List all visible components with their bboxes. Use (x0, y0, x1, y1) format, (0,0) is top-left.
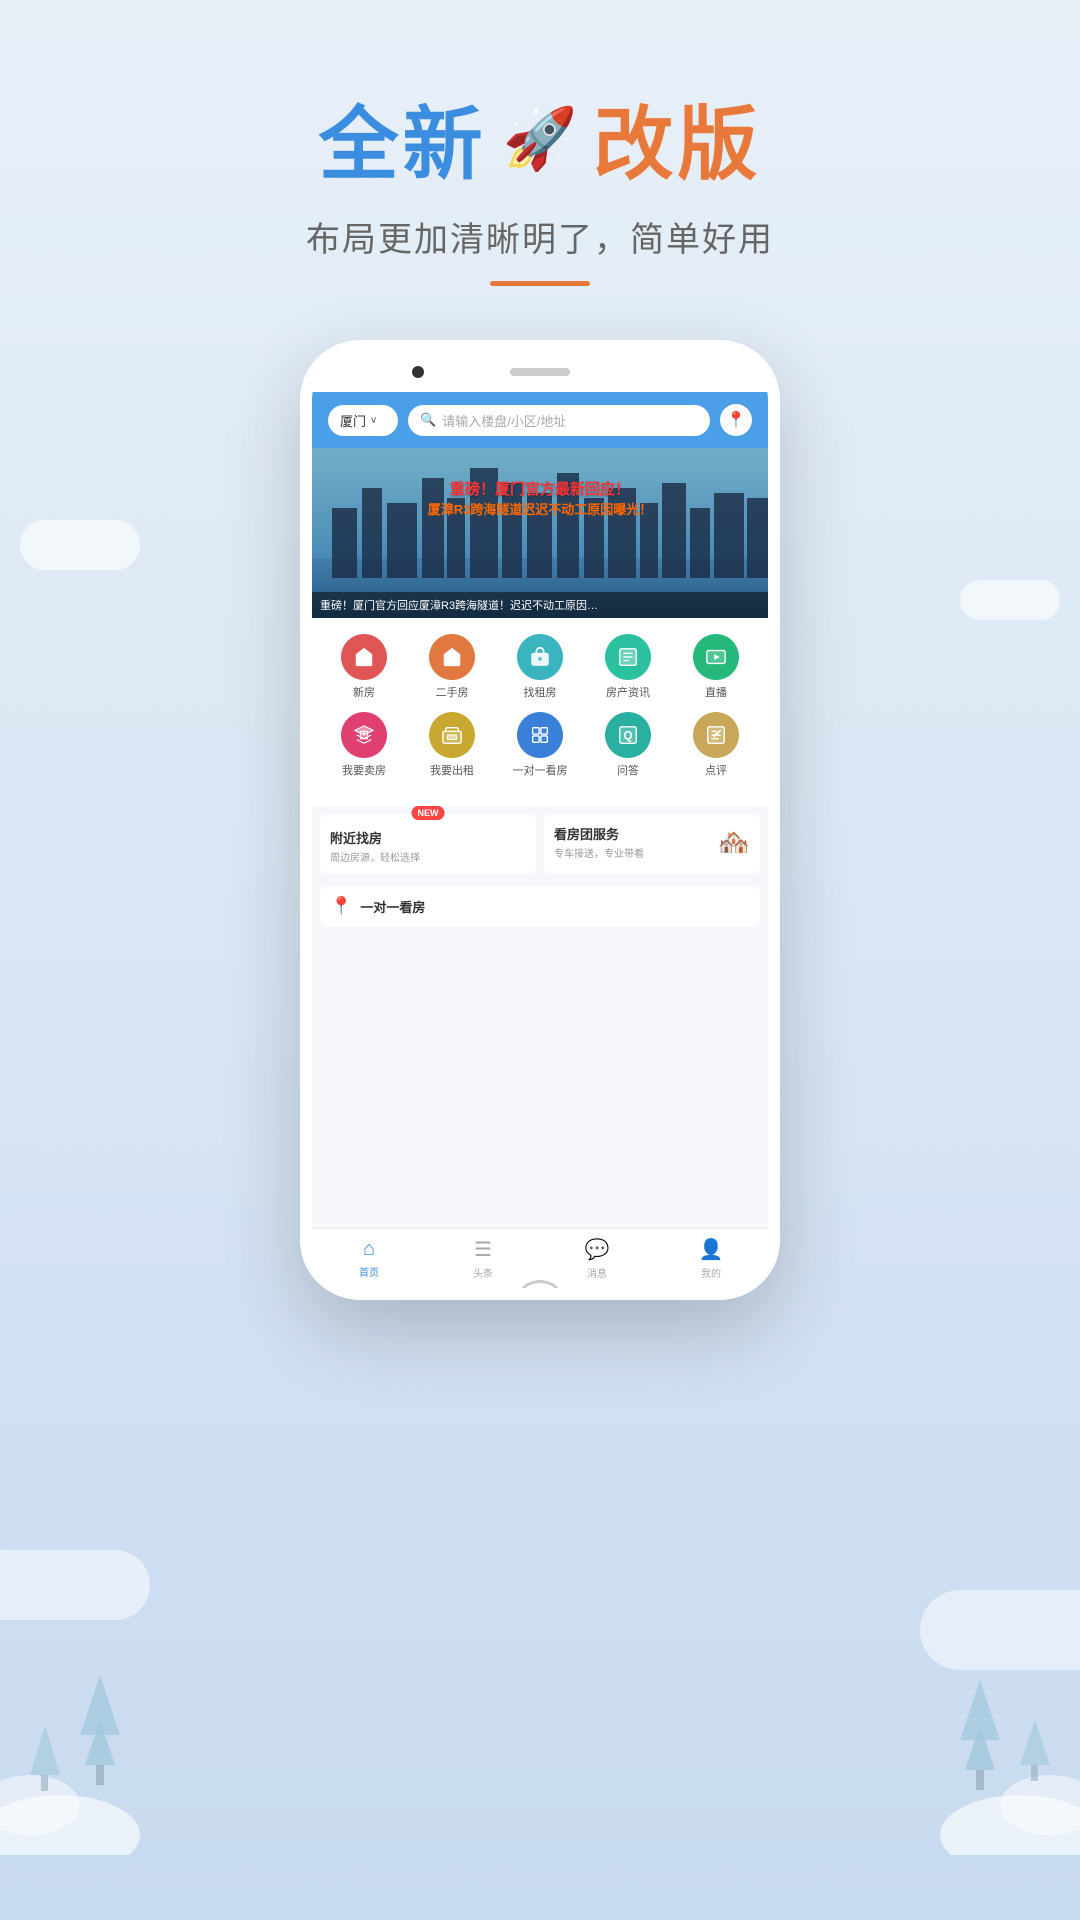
header-underline (490, 281, 590, 286)
cat-icon-new-house (341, 634, 387, 680)
profile-icon: 👤 (699, 1237, 724, 1262)
nav-home[interactable]: ⌂ 首页 (312, 1229, 426, 1288)
categories-section: 新房 二手房 (312, 618, 768, 806)
banner-subtext: 厦漳R3跨海隧道迟迟不动工原因曝光！ (312, 499, 768, 518)
cat-sell[interactable]: 我要卖房 (334, 712, 394, 778)
phone-notch (312, 352, 768, 392)
banner-text-area: 重磅！厦门官方最新回应！ 厦漳R3跨海隧道迟迟不动工原因曝光！ (312, 478, 768, 518)
category-row-2: 我要卖房 我要出租 (320, 712, 760, 778)
cat-second-hand[interactable]: 二手房 (422, 634, 482, 700)
banner-bottom-bar: 重磅！厦门官方回应厦漳R3跨海隧道！迟迟不动工原因… (312, 592, 768, 618)
building-icon: 🏘️ (718, 827, 750, 858)
cat-label-news: 房产资讯 (606, 684, 650, 700)
nav-news-label: 头条 (473, 1265, 493, 1280)
landscape-left (0, 1555, 200, 1860)
search-placeholder-text: 请输入楼盘/小区/地址 (442, 411, 566, 430)
header-title: 全新 🚀 改版 (0, 80, 1080, 196)
cat-one-on-one[interactable]: 一对一看房 (510, 712, 570, 778)
nav-profile[interactable]: 👤 我的 (654, 1229, 768, 1288)
viewing-team-card[interactable]: 看房团服务 专车接送，专业带看 🏘️ (544, 814, 760, 874)
home-icon: ⌂ (363, 1238, 375, 1261)
cat-icon-live (693, 634, 739, 680)
nav-profile-label: 我的 (701, 1265, 721, 1280)
header-section: 全新 🚀 改版 布局更加清晰明了，简单好用 (0, 80, 1080, 286)
cat-label-second-hand: 二手房 (436, 684, 469, 700)
nav-messages-label: 消息 (587, 1265, 607, 1280)
app-content: 厦门 ∨ 🔍 请输入楼盘/小区/地址 📍 (312, 392, 768, 1288)
nearby-subtitle: 周边房源，轻松选择 (330, 849, 420, 864)
cat-icon-qa: Q (605, 712, 651, 758)
cat-label-qa: 问答 (617, 762, 639, 778)
title-part2: 改版 (593, 80, 761, 196)
nearby-service-card[interactable]: NEW 附近找房 周边房源，轻松选择 (320, 814, 536, 874)
title-part1: 全新 (319, 80, 487, 196)
cat-label-sell: 我要卖房 (342, 762, 386, 778)
viewing-team-subtitle: 专车接送，专业带看 (554, 845, 644, 860)
one-on-one-section: 📍 一对一看房 (312, 886, 768, 927)
cat-live[interactable]: 直播 (686, 634, 746, 700)
landscape-right (880, 1555, 1080, 1860)
location-button[interactable]: 📍 (720, 404, 752, 436)
cat-icon-rent-out (429, 712, 475, 758)
banner-headline: 重磅！厦门官方最新回应！ (312, 478, 768, 499)
location-pin-icon: 📍 (330, 896, 352, 917)
viewing-team-title: 看房团服务 (554, 824, 644, 843)
one-on-one-title: 一对一看房 (360, 897, 425, 916)
nav-messages[interactable]: 💬 消息 (540, 1229, 654, 1288)
cat-qa[interactable]: Q 问答 (598, 712, 658, 778)
cat-label-rental: 找租房 (524, 684, 557, 700)
cat-label-rent-out: 我要出租 (430, 762, 474, 778)
bg-cloud-right (960, 580, 1060, 620)
banner-bottom-text: 重磅！厦门官方回应厦漳R3跨海隧道！迟迟不动工原因… (320, 600, 598, 612)
news-icon: ☰ (474, 1237, 492, 1262)
app-header: 厦门 ∨ 🔍 请输入楼盘/小区/地址 📍 (312, 392, 768, 448)
city-name: 厦门 (340, 411, 366, 430)
city-selector[interactable]: 厦门 ∨ (328, 405, 398, 436)
chevron-down-icon: ∨ (370, 415, 377, 426)
cat-review[interactable]: 点评 (686, 712, 746, 778)
cat-icon-rental (517, 634, 563, 680)
search-bar[interactable]: 🔍 请输入楼盘/小区/地址 (408, 405, 710, 436)
rocket-icon: 🚀 (503, 103, 578, 174)
search-icon: 🔍 (420, 412, 436, 428)
new-badge: NEW (412, 806, 445, 820)
bottom-nav: ⌂ 首页 ☰ 头条 💬 消息 👤 我的 (312, 1228, 768, 1288)
nav-home-label: 首页 (359, 1264, 379, 1279)
cat-label-one-on-one: 一对一看房 (513, 762, 568, 778)
phone-speaker (510, 368, 570, 376)
cat-label-live: 直播 (705, 684, 727, 700)
bg-cloud-left (20, 520, 140, 570)
cat-icon-sell (341, 712, 387, 758)
category-row-1: 新房 二手房 (320, 634, 760, 700)
nearby-title: 附近找房 (330, 828, 420, 847)
nav-news[interactable]: ☰ 头条 (426, 1229, 540, 1288)
cat-news[interactable]: 房产资讯 (598, 634, 658, 700)
one-on-one-card[interactable]: 📍 一对一看房 (320, 886, 760, 927)
cat-icon-review (693, 712, 739, 758)
phone-mockup: 厦门 ∨ 🔍 请输入楼盘/小区/地址 📍 (300, 340, 780, 1300)
cat-icon-one-on-one (517, 712, 563, 758)
cat-label-new-house: 新房 (353, 684, 375, 700)
cat-icon-second-hand (429, 634, 475, 680)
cat-label-review: 点评 (705, 762, 727, 778)
location-icon: 📍 (726, 410, 746, 430)
services-row: NEW 附近找房 周边房源，轻松选择 看房团服务 专车接送，专业带看 🏘️ (312, 806, 768, 882)
cat-icon-news (605, 634, 651, 680)
messages-icon: 💬 (585, 1237, 610, 1262)
svg-text:Q: Q (623, 729, 632, 743)
cat-rent-out[interactable]: 我要出租 (422, 712, 482, 778)
cat-new-house[interactable]: 新房 (334, 634, 394, 700)
header-subtitle: 布局更加清晰明了，简单好用 (0, 212, 1080, 261)
app-banner[interactable]: 重磅！厦门官方最新回应！ 厦漳R3跨海隧道迟迟不动工原因曝光！ 重磅！厦门官方回… (312, 448, 768, 618)
phone-camera (412, 366, 424, 378)
cat-rental[interactable]: 找租房 (510, 634, 570, 700)
